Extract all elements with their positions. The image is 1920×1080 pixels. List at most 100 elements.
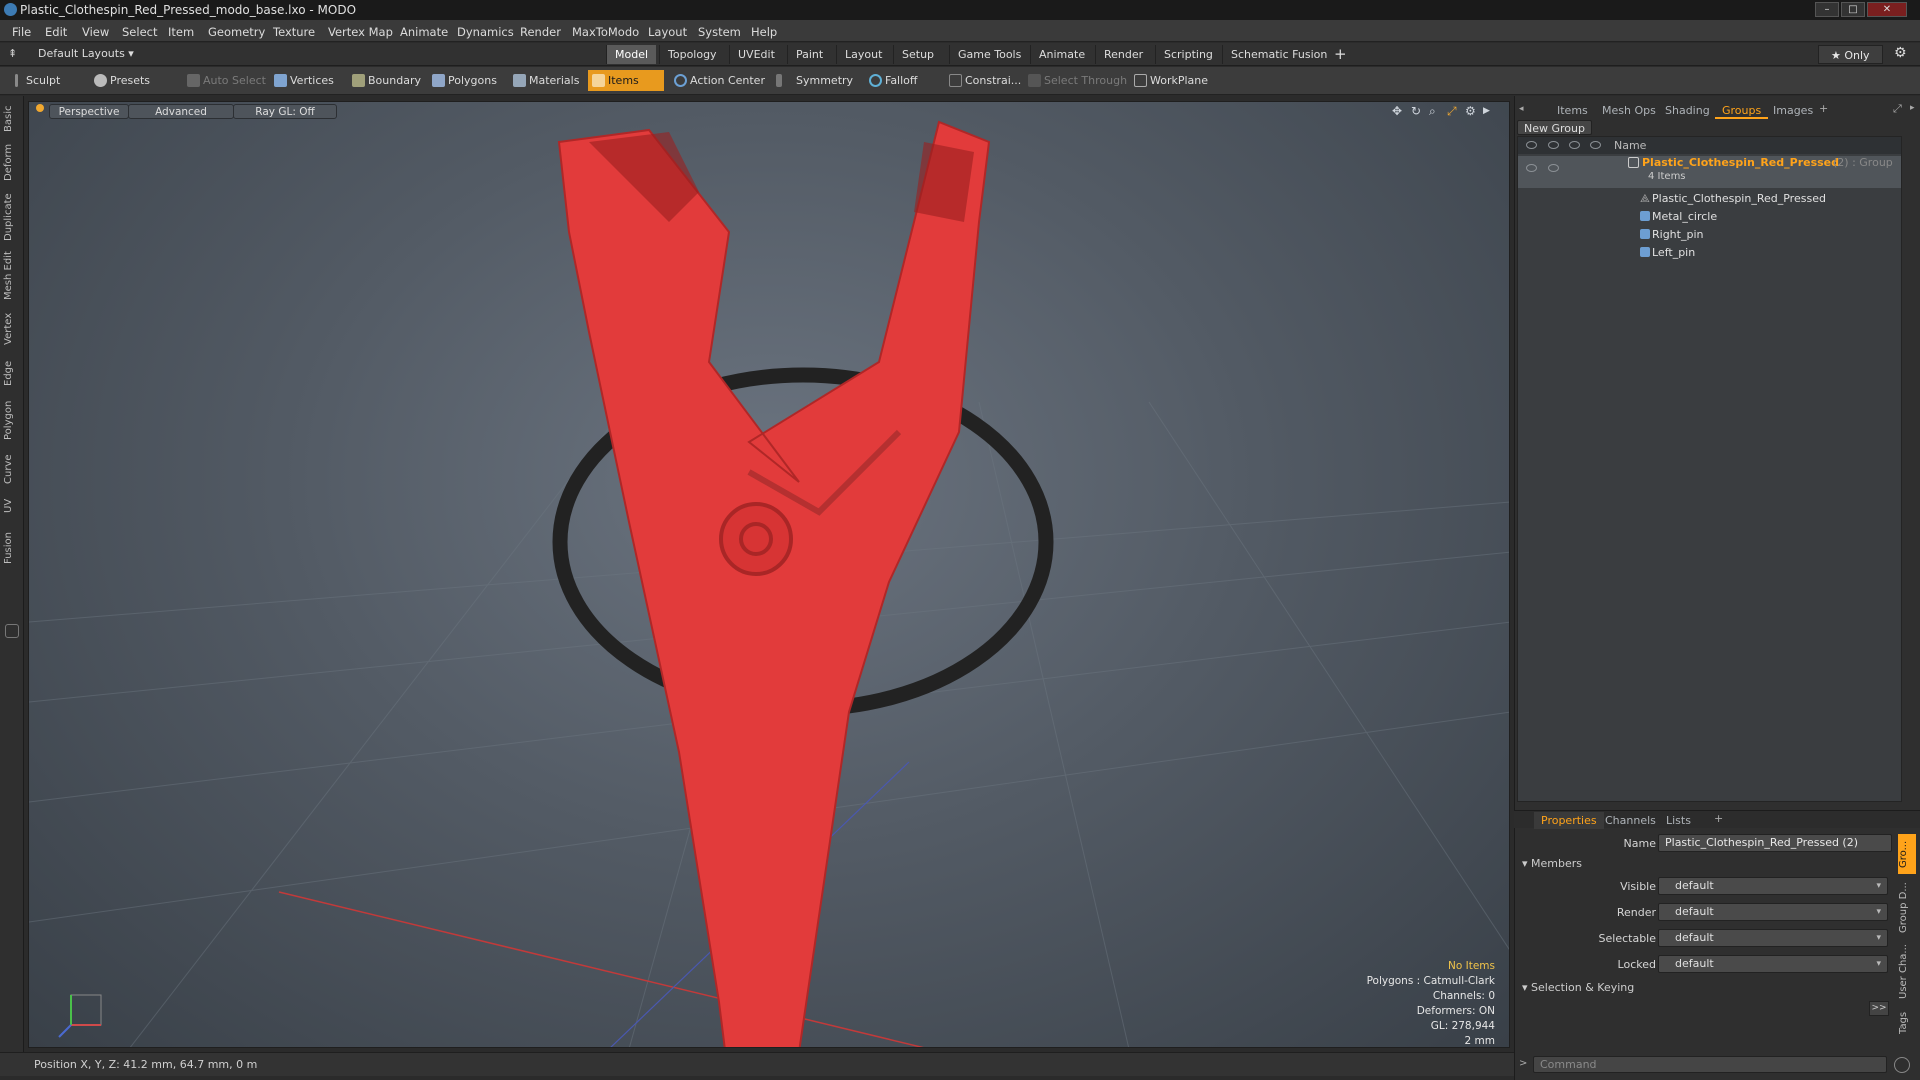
symmetry-button[interactable]: Symmetry (772, 70, 853, 91)
child-name[interactable]: Metal_circle (1652, 210, 1717, 223)
expand-more-button[interactable]: >> (1869, 1001, 1889, 1016)
boundary-button[interactable]: Boundary (348, 70, 421, 91)
menu-vertex-map[interactable]: Vertex Map (328, 25, 393, 39)
visible-dropdown[interactable]: default ▾ (1658, 877, 1888, 895)
menu-view[interactable]: View (82, 25, 109, 39)
tab-paint[interactable]: Paint (787, 45, 831, 64)
tab-setup[interactable]: Setup (893, 45, 942, 64)
selection-keying-section[interactable]: ▾ Selection & Keying (1522, 981, 1634, 994)
constraints-button[interactable]: Constrai... (945, 70, 1021, 91)
menu-animate[interactable]: Animate (400, 25, 448, 39)
add-tab-icon[interactable]: + (1334, 45, 1347, 63)
polygons-button[interactable]: Polygons (428, 70, 497, 91)
layout-up-icon[interactable]: ⇞ (8, 47, 17, 60)
action-center-button[interactable]: Action Center (670, 70, 765, 91)
left-tab-uv[interactable]: UV (3, 496, 21, 516)
rotate-icon[interactable]: ↻ (1411, 104, 1421, 118)
tab-channels[interactable]: Channels (1598, 812, 1663, 829)
child-name[interactable]: Right_pin (1652, 228, 1703, 241)
tab-game-tools[interactable]: Game Tools (949, 45, 1029, 64)
materials-button[interactable]: Materials (509, 70, 579, 91)
menu-render[interactable]: Render (520, 25, 561, 39)
side-tab-tags[interactable]: Tags (1898, 1006, 1916, 1040)
name-column-header[interactable]: Name (1614, 139, 1646, 152)
clothespin-body[interactable] (557, 120, 991, 1048)
menu-layout[interactable]: Layout (648, 25, 687, 39)
group-name[interactable]: Plastic_Clothespin_Red_Pressed (1642, 156, 1839, 169)
minimize-button[interactable]: – (1815, 2, 1839, 17)
select-through-button[interactable]: Select Through (1024, 70, 1127, 91)
groups-tree[interactable]: Name Plastic_Clothespin_Red_Pressed (2) … (1517, 136, 1902, 802)
visibility-column-icon[interactable] (1526, 141, 1537, 149)
tab-render[interactable]: Render (1095, 45, 1151, 64)
tab-model[interactable]: Model (606, 45, 657, 64)
add-panel-tab-icon[interactable]: + (1819, 102, 1828, 115)
side-tab-group-display[interactable]: Group D... (1898, 878, 1916, 938)
panel-more-icon[interactable]: ▸ (1910, 103, 1915, 113)
tab-items[interactable]: Items (1550, 102, 1595, 119)
only-toggle[interactable]: ★ Only (1818, 45, 1883, 64)
tab-lists[interactable]: Lists (1659, 812, 1698, 829)
menu-geometry[interactable]: Geometry (208, 25, 265, 39)
list-item[interactable]: Metal_circle (1518, 208, 1901, 226)
tab-schematic-fusion[interactable]: Schematic Fusion (1222, 45, 1335, 64)
toggle-panel-icon[interactable] (5, 624, 19, 638)
menu-edit[interactable]: Edit (45, 25, 67, 39)
group-row[interactable]: Plastic_Clothespin_Red_Pressed (2) : Gro… (1518, 156, 1901, 188)
side-tab-user-channels[interactable]: User Cha... (1898, 942, 1916, 1002)
viewport-expand-icon[interactable]: ▶ (1483, 106, 1490, 116)
menu-file[interactable]: File (12, 25, 31, 39)
layout-selector[interactable]: Default Layouts ▾ (38, 47, 134, 60)
menu-system[interactable]: System (698, 25, 741, 39)
left-tab-polygon[interactable]: Polygon (3, 398, 21, 442)
new-group-button[interactable]: New Group (1517, 120, 1592, 135)
menu-maxtomodo[interactable]: MaxToModo (572, 25, 639, 39)
sculpt-button[interactable]: Sculpt (6, 70, 86, 91)
vertices-button[interactable]: Vertices (270, 70, 334, 91)
tab-images[interactable]: Images (1766, 102, 1820, 119)
child-name[interactable]: Plastic_Clothespin_Red_Pressed (1652, 192, 1826, 205)
tab-groups[interactable]: Groups (1715, 102, 1769, 119)
selectable-dropdown[interactable]: default ▾ (1658, 929, 1888, 947)
add-props-tab-icon[interactable]: + (1714, 812, 1723, 825)
tab-shading[interactable]: Shading (1658, 102, 1717, 119)
viewport-dot-icon[interactable] (36, 104, 44, 112)
shading-mode-button[interactable]: Advanced (128, 104, 234, 119)
tab-scripting[interactable]: Scripting (1155, 45, 1221, 64)
members-section[interactable]: ▾ Members (1522, 857, 1582, 870)
list-item[interactable]: Left_pin (1518, 244, 1901, 262)
left-tab-edge[interactable]: Edge (3, 358, 21, 388)
tab-layout[interactable]: Layout (836, 45, 890, 64)
workplane-button[interactable]: WorkPlane (1130, 70, 1208, 91)
menu-dynamics[interactable]: Dynamics (457, 25, 514, 39)
zoom-icon[interactable]: ⌕ (1429, 104, 1436, 119)
left-tab-mesh-edit[interactable]: Mesh Edit (3, 250, 21, 302)
maximize-button[interactable]: □ (1841, 2, 1865, 17)
tab-properties[interactable]: Properties (1534, 812, 1604, 829)
3d-viewport[interactable]: No Items Polygons : Catmull-Clark Channe… (28, 101, 1510, 1048)
presets-button[interactable]: Presets (90, 70, 170, 91)
list-item[interactable]: ⟁ Plastic_Clothespin_Red_Pressed (1518, 190, 1901, 208)
raygl-button[interactable]: Ray GL: Off (233, 104, 337, 119)
view-mode-button[interactable]: Perspective (49, 104, 129, 119)
render-dropdown[interactable]: default ▾ (1658, 903, 1888, 921)
close-button[interactable]: ✕ (1867, 2, 1907, 17)
pan-icon[interactable]: ✥ (1392, 104, 1402, 118)
command-history-icon[interactable] (1894, 1057, 1910, 1073)
fit-icon[interactable]: ⤢ (1447, 104, 1457, 119)
left-tab-fusion[interactable]: Fusion (3, 528, 21, 568)
auto-select-button[interactable]: Auto Select (183, 70, 266, 91)
child-name[interactable]: Left_pin (1652, 246, 1695, 259)
tab-topology[interactable]: Topology (659, 45, 725, 64)
tab-animate[interactable]: Animate (1030, 45, 1093, 64)
panel-expand-icon[interactable]: ⤢ (1893, 102, 1902, 116)
viewport-gear-icon[interactable]: ⚙ (1465, 104, 1476, 118)
locked-dropdown[interactable]: default ▾ (1658, 955, 1888, 973)
menu-item[interactable]: Item (168, 25, 194, 39)
menu-texture[interactable]: Texture (273, 25, 315, 39)
menu-help[interactable]: Help (751, 25, 777, 39)
name-field[interactable]: Plastic_Clothespin_Red_Pressed (2) (1658, 834, 1892, 852)
side-tab-group[interactable]: Gro... (1898, 834, 1916, 874)
command-input[interactable]: Command (1533, 1056, 1887, 1073)
group-visibility-icon[interactable] (1526, 164, 1537, 172)
